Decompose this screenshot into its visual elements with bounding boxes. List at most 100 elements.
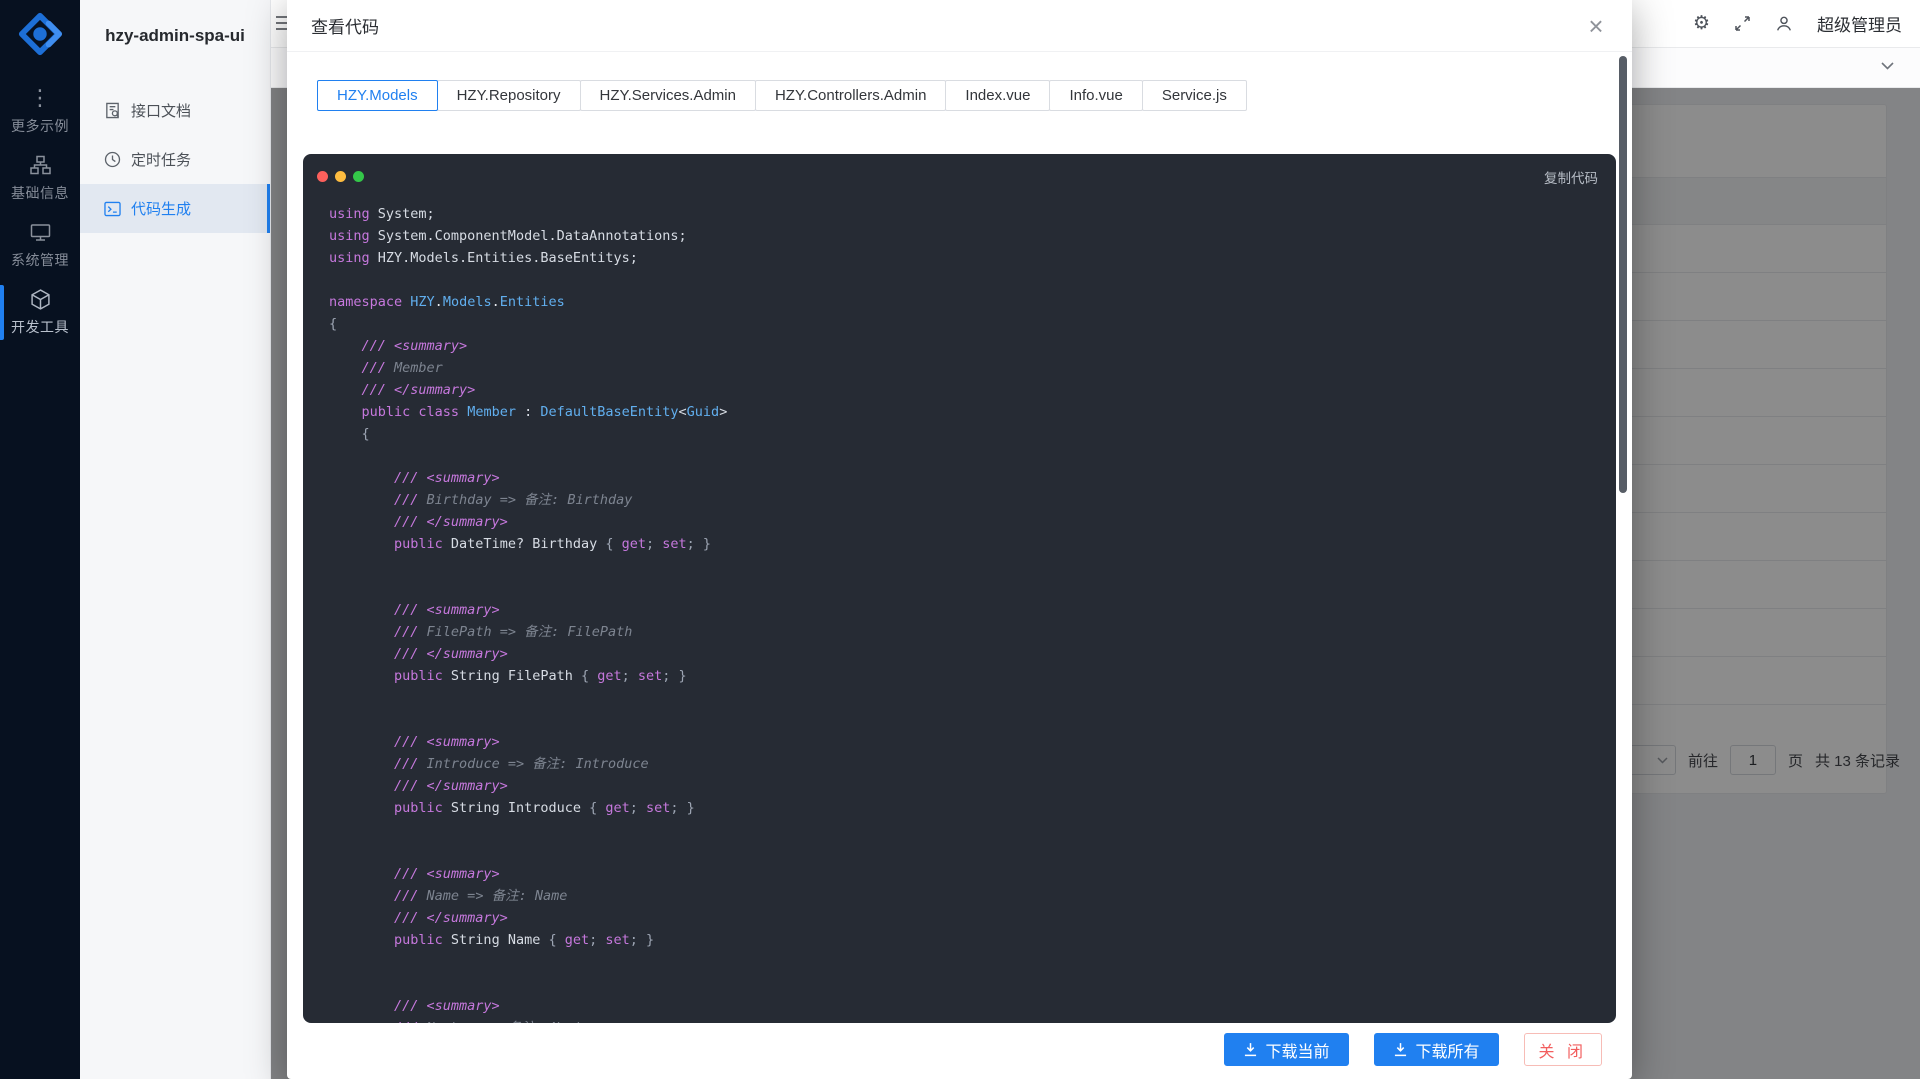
- copy-code-button[interactable]: 复制代码: [1544, 167, 1598, 187]
- rail-item-more-dots[interactable]: ⋮ 更多示例: [0, 78, 80, 145]
- code-line: {: [329, 423, 1590, 445]
- code-line: public class Member : DefaultBaseEntity<…: [329, 401, 1590, 423]
- code-line: using System.ComponentModel.DataAnnotati…: [329, 225, 1590, 247]
- code-line: {: [329, 313, 1590, 335]
- rail-item-org-chart[interactable]: 基础信息: [0, 145, 80, 212]
- code-line: /// <summary>: [329, 863, 1590, 885]
- close-button[interactable]: 关 闭: [1524, 1033, 1602, 1066]
- code-content: using System;using System.ComponentModel…: [303, 195, 1616, 1023]
- tab-Service.js[interactable]: Service.js: [1142, 80, 1247, 111]
- code-line: /// </summary>: [329, 907, 1590, 929]
- user-avatar-icon[interactable]: [1775, 15, 1793, 33]
- code-panel-header: 复制代码: [303, 154, 1616, 195]
- modal-scrollbar-thumb[interactable]: [1619, 56, 1627, 493]
- rail-item-label: 开发工具: [11, 317, 69, 337]
- code-line: /// Name => 备注: Name: [329, 885, 1590, 907]
- menu-item-api-doc[interactable]: 接口文档: [80, 86, 270, 135]
- code-line: [329, 709, 1590, 731]
- code-line: /// Introduce => 备注: Introduce: [329, 753, 1590, 775]
- tab-HZY.Controllers.Admin[interactable]: HZY.Controllers.Admin: [755, 80, 946, 111]
- code-line: /// <summary>: [329, 335, 1590, 357]
- dialog-header: 查看代码 ×: [287, 0, 1632, 52]
- rail-item-label: 更多示例: [11, 116, 69, 136]
- code-line: [329, 577, 1590, 599]
- download-button[interactable]: 下载所有: [1374, 1033, 1499, 1066]
- fullscreen-icon[interactable]: [1734, 15, 1751, 32]
- app-logo: [16, 10, 64, 58]
- download-icon: [1393, 1042, 1408, 1057]
- code-line: [329, 819, 1590, 841]
- clock-icon: [104, 151, 121, 168]
- download-button[interactable]: 下载当前: [1224, 1033, 1349, 1066]
- button-label: 下载所有: [1416, 1038, 1480, 1062]
- chevron-down-icon[interactable]: [1881, 62, 1894, 70]
- tab-HZY.Services.Admin[interactable]: HZY.Services.Admin: [580, 80, 756, 111]
- code-line: using HZY.Models.Entities.BaseEntitys;: [329, 247, 1590, 269]
- code-line: public String Introduce { get; set; }: [329, 797, 1590, 819]
- rail-item-label: 系统管理: [11, 250, 69, 270]
- download-icon: [1243, 1042, 1258, 1057]
- code-line: [329, 687, 1590, 709]
- view-code-dialog: 查看代码 × HZY.ModelsHZY.RepositoryHZY.Servi…: [287, 0, 1632, 1079]
- code-line: public DateTime? Birthday { get; set; }: [329, 533, 1590, 555]
- code-line: /// </summary>: [329, 511, 1590, 533]
- code-line: /// FilePath => 备注: FilePath: [329, 621, 1590, 643]
- code-line: /// <summary>: [329, 731, 1590, 753]
- rail-nav: ⋮ 更多示例基础信息系统管理开发工具: [0, 78, 80, 346]
- yellow-dot-icon: [335, 171, 346, 182]
- menu-item-label: 接口文档: [131, 100, 191, 121]
- app-rail-sidebar: ⋮ 更多示例基础信息系统管理开发工具: [0, 0, 80, 1079]
- tab-HZY.Models[interactable]: HZY.Models: [317, 80, 438, 111]
- dialog-footer: 下载当前 下载所有 关 闭: [287, 1023, 1632, 1079]
- red-dot-icon: [317, 171, 328, 182]
- module-sidebar: hzy-admin-spa-ui 接口文档定时任务代码生成: [80, 0, 271, 1079]
- rail-item-label: 基础信息: [11, 183, 69, 203]
- code-line: [329, 951, 1590, 973]
- code-panel: 复制代码 using System;using System.Component…: [303, 154, 1616, 1023]
- button-label: 下载当前: [1266, 1038, 1330, 1062]
- green-dot-icon: [353, 171, 364, 182]
- menu-item-terminal[interactable]: 代码生成: [80, 184, 270, 233]
- dev-cube-icon: [30, 288, 51, 310]
- app-title: hzy-admin-spa-ui: [80, 26, 270, 46]
- menu-item-label: 代码生成: [131, 198, 191, 219]
- tab-HZY.Repository[interactable]: HZY.Repository: [437, 80, 581, 111]
- code-line: /// </summary>: [329, 379, 1590, 401]
- button-label: 关 闭: [1539, 1038, 1587, 1062]
- code-line: /// <summary>: [329, 467, 1590, 489]
- rail-item-dev-cube[interactable]: 开发工具: [0, 279, 80, 346]
- code-line: [329, 973, 1590, 995]
- code-line: /// <summary>: [329, 995, 1590, 1017]
- menu-item-clock[interactable]: 定时任务: [80, 135, 270, 184]
- more-dots-icon: ⋮: [29, 87, 51, 109]
- menu-list: 接口文档定时任务代码生成: [80, 86, 270, 233]
- code-line: [329, 555, 1590, 577]
- menu-item-label: 定时任务: [131, 149, 191, 170]
- code-line: namespace HZY.Models.Entities: [329, 291, 1590, 313]
- close-icon[interactable]: ×: [1580, 10, 1612, 42]
- code-line: [329, 269, 1590, 291]
- code-line: using System;: [329, 203, 1590, 225]
- code-line: [329, 445, 1590, 467]
- code-line: [329, 841, 1590, 863]
- code-line: /// </summary>: [329, 643, 1590, 665]
- code-line: public String Name { get; set; }: [329, 929, 1590, 951]
- code-line: /// </summary>: [329, 775, 1590, 797]
- monitor-icon: [30, 221, 51, 243]
- api-doc-icon: [104, 102, 121, 119]
- traffic-lights-icon: [317, 171, 364, 182]
- tab-Index.vue[interactable]: Index.vue: [945, 80, 1050, 111]
- rail-item-monitor[interactable]: 系统管理: [0, 212, 80, 279]
- code-line: /// Number => 备注: Number: [329, 1017, 1590, 1023]
- dialog-title: 查看代码: [311, 13, 379, 38]
- settings-gear-icon[interactable]: ⚙: [1693, 14, 1710, 33]
- code-line: public String FilePath { get; set; }: [329, 665, 1590, 687]
- code-line: /// Member: [329, 357, 1590, 379]
- org-chart-icon: [30, 154, 51, 176]
- username-label[interactable]: 超级管理员: [1817, 11, 1902, 36]
- code-file-tabs: HZY.ModelsHZY.RepositoryHZY.Services.Adm…: [317, 80, 1632, 111]
- terminal-icon: [104, 201, 121, 217]
- tab-Info.vue[interactable]: Info.vue: [1049, 80, 1142, 111]
- code-line: /// <summary>: [329, 599, 1590, 621]
- code-line: /// Birthday => 备注: Birthday: [329, 489, 1590, 511]
